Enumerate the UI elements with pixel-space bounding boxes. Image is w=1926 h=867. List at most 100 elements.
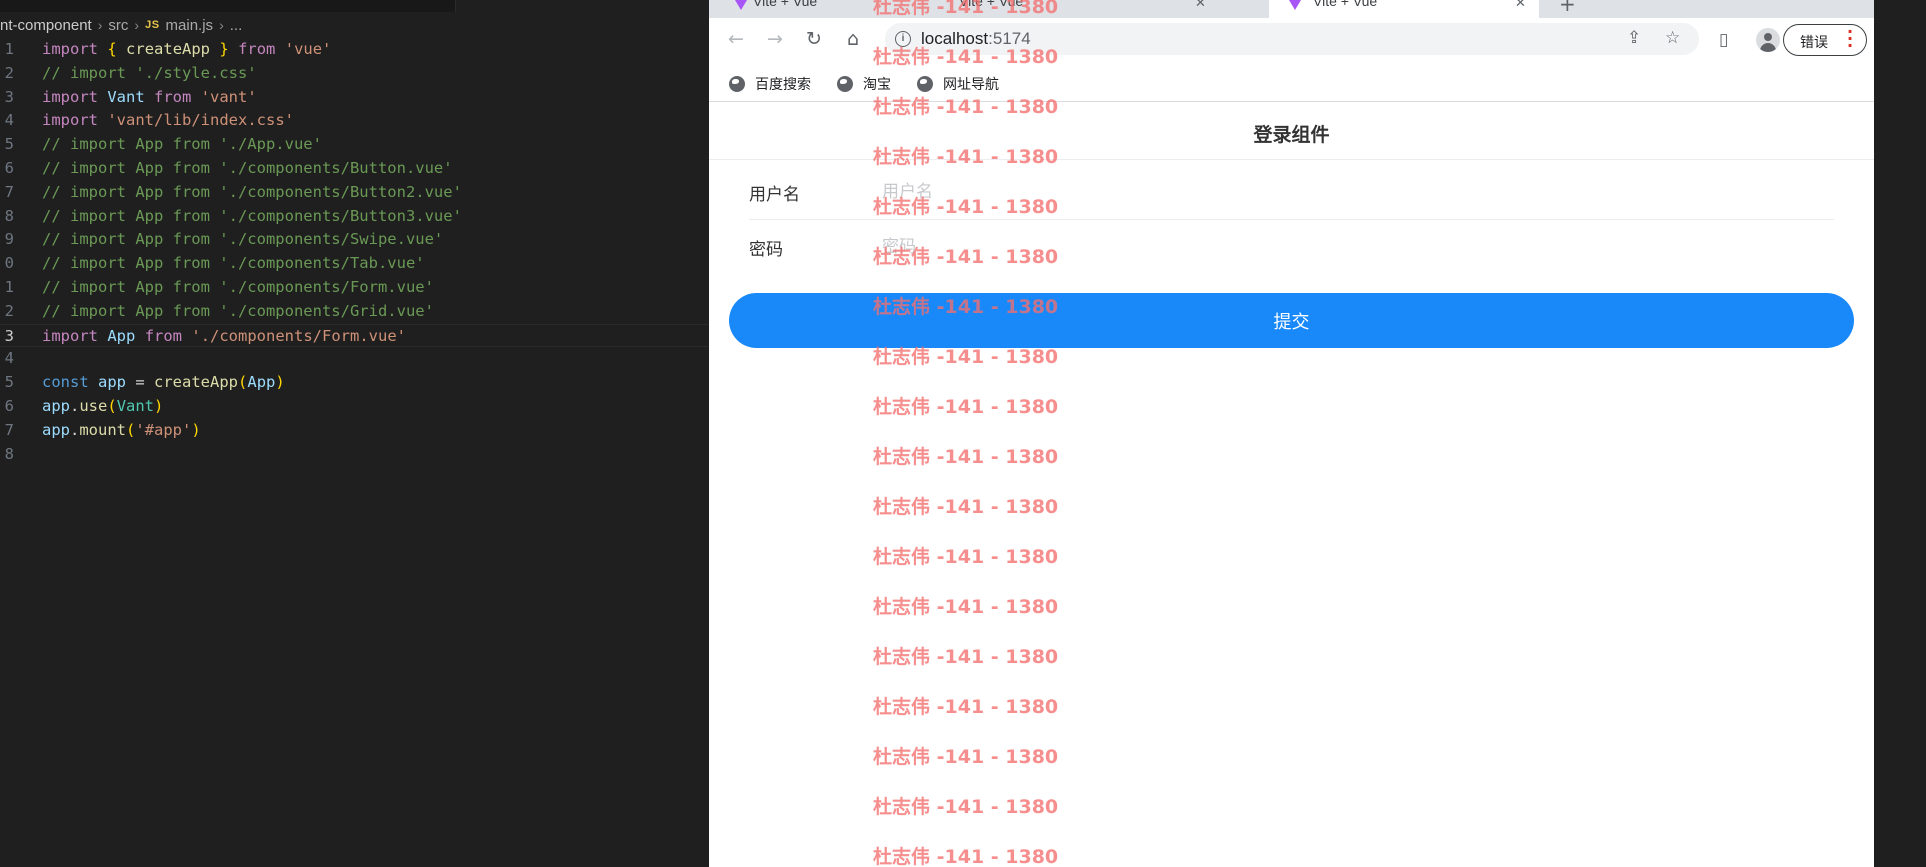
code-token: import xyxy=(42,111,98,130)
error-button[interactable]: 错误 · · · xyxy=(1783,24,1867,56)
close-tab-icon[interactable]: ✕ xyxy=(1195,0,1206,11)
new-tab-button[interactable]: + xyxy=(1559,0,1576,16)
code-line[interactable]: 2 // import App from './components/Grid.v… xyxy=(0,300,709,324)
code-line[interactable]: 7 // import App from './components/Button… xyxy=(0,181,709,205)
kebab-menu-icon[interactable]: · · · xyxy=(1847,24,1853,54)
code-line[interactable]: 4 xyxy=(0,347,709,371)
code-token: mount xyxy=(79,420,127,439)
line-content: app.mount('#app') xyxy=(42,419,201,443)
code-token: . xyxy=(70,420,80,439)
code-token: '#app' xyxy=(135,420,192,439)
code-token: . xyxy=(70,396,80,415)
address-bar[interactable]: i localhost:5174 ⇪ ☆ xyxy=(885,23,1699,55)
forward-arrow-icon[interactable]: → xyxy=(762,26,788,52)
page-title: 登录组件 xyxy=(1253,124,1330,146)
code-line[interactable]: 6 app.use(Vant) xyxy=(0,395,709,419)
editor-tab[interactable] xyxy=(455,0,709,12)
side-panel-icon[interactable]: ▯ xyxy=(1719,30,1728,50)
line-content: // import App from './components/Form.vu… xyxy=(42,276,434,300)
browser-tab[interactable]: Vite + Vue ✕ xyxy=(949,0,1219,18)
chevron-right-icon: › xyxy=(134,17,140,33)
home-icon[interactable]: ⌂ xyxy=(840,26,866,52)
code-token: // import App from './components/Button2… xyxy=(42,182,462,201)
address-url[interactable]: localhost:5174 xyxy=(921,29,1031,49)
code-token: from xyxy=(144,326,183,345)
username-field: 用户名 xyxy=(729,165,1854,220)
code-line[interactable]: 5 const app = createApp(App) xyxy=(0,371,709,395)
line-number: 0 xyxy=(4,254,14,273)
globe-icon xyxy=(837,76,853,92)
line-number: 4 xyxy=(4,111,14,130)
code-token: Vant xyxy=(107,87,145,106)
line-content: // import App from './components/Grid.vu… xyxy=(42,300,434,324)
line-content: // import App from './components/Button2… xyxy=(42,181,462,205)
code-token: app xyxy=(98,373,127,392)
code-line[interactable]: 1 import { createApp } from 'vue' xyxy=(0,38,709,62)
line-content: // import App from './components/Tab.vue… xyxy=(42,252,425,276)
browser-tab-active[interactable]: Vite + Vue ✕ xyxy=(1269,0,1539,18)
bookmark-baidu[interactable]: 百度搜索 xyxy=(729,74,811,94)
reload-icon[interactable]: ↻ xyxy=(801,26,827,52)
line-number: 1 xyxy=(4,277,14,296)
tab-title: Vite + Vue xyxy=(1313,0,1378,9)
editor-tab-strip xyxy=(0,0,709,12)
breadcrumb: nt-component › src › JS main.js › ... xyxy=(0,14,242,36)
code-line[interactable]: 8 xyxy=(0,443,709,467)
breadcrumb-more[interactable]: ... xyxy=(230,17,243,34)
info-icon[interactable]: i xyxy=(895,31,911,47)
password-input[interactable] xyxy=(882,230,1782,264)
share-icon[interactable]: ⇪ xyxy=(1627,28,1641,48)
code-token: ) xyxy=(154,396,164,415)
avatar-icon[interactable] xyxy=(1756,28,1780,52)
code-line[interactable]: 0 // import App from './components/Tab.vu… xyxy=(0,252,709,276)
bookmark-nav[interactable]: 网址导航 xyxy=(917,74,999,94)
code-line[interactable]: 8 // import App from './components/Button… xyxy=(0,205,709,229)
code-line[interactable]: 5 // import App from './App.vue' xyxy=(0,133,709,157)
code-token: 'vue' xyxy=(284,40,332,58)
star-icon[interactable]: ☆ xyxy=(1665,28,1680,48)
submit-button[interactable]: 提交 xyxy=(729,293,1854,348)
line-number: 2 xyxy=(4,63,14,82)
line-number: 3 xyxy=(4,326,14,345)
username-input[interactable] xyxy=(882,175,1782,209)
code-line[interactable]: 1 // import App from './components/Form.v… xyxy=(0,276,709,300)
line-number: 6 xyxy=(4,158,14,177)
bookmark-taobao[interactable]: 淘宝 xyxy=(837,74,891,94)
line-content: import Vant from 'vant' xyxy=(42,86,257,110)
browser-tab[interactable]: Vite + Vue xyxy=(709,0,949,18)
code-token: import xyxy=(42,326,98,345)
code-line[interactable]: 7 app.mount('#app') xyxy=(0,419,709,443)
code-line[interactable]: 9 // import App from './components/Swipe.… xyxy=(0,228,709,252)
code-token: App xyxy=(107,326,136,345)
line-number: 2 xyxy=(4,301,14,320)
code-line[interactable]: 3 import Vant from 'vant' xyxy=(0,86,709,110)
code-line[interactable]: 3 import App from './components/Form.vue' xyxy=(0,323,709,348)
code-token: = xyxy=(126,373,155,392)
back-arrow-icon[interactable]: ← xyxy=(723,26,749,52)
code-token: // import App from './components/Form.vu… xyxy=(42,277,434,296)
js-file-icon: JS xyxy=(145,19,160,31)
breadcrumb-file[interactable]: main.js xyxy=(166,17,214,34)
code-token: 'vant' xyxy=(200,87,257,106)
code-token: app xyxy=(42,420,70,439)
line-content: app.use(Vant) xyxy=(42,395,163,419)
vite-logo-icon xyxy=(735,0,747,10)
code-line[interactable]: 2 // import './style.css' xyxy=(0,62,709,86)
code-line[interactable]: 4 import 'vant/lib/index.css' xyxy=(0,109,709,133)
code-token: ( xyxy=(107,396,117,415)
code-token: // import App from './App.vue' xyxy=(42,135,322,154)
code-area[interactable]: 1 import { createApp } from 'vue' 2 // impo… xyxy=(0,38,709,466)
breadcrumb-folder[interactable]: src xyxy=(108,17,128,34)
close-tab-icon[interactable]: ✕ xyxy=(1515,0,1526,11)
code-editor[interactable]: nt-component › src › JS main.js › ... 1 i… xyxy=(0,0,709,867)
breadcrumb-project[interactable]: nt-component xyxy=(0,17,92,34)
code-token: import xyxy=(42,87,98,106)
code-line[interactable]: 6 // import App from './components/Button… xyxy=(0,157,709,181)
code-token: // import './style.css' xyxy=(42,63,257,82)
line-number: 6 xyxy=(4,396,14,415)
